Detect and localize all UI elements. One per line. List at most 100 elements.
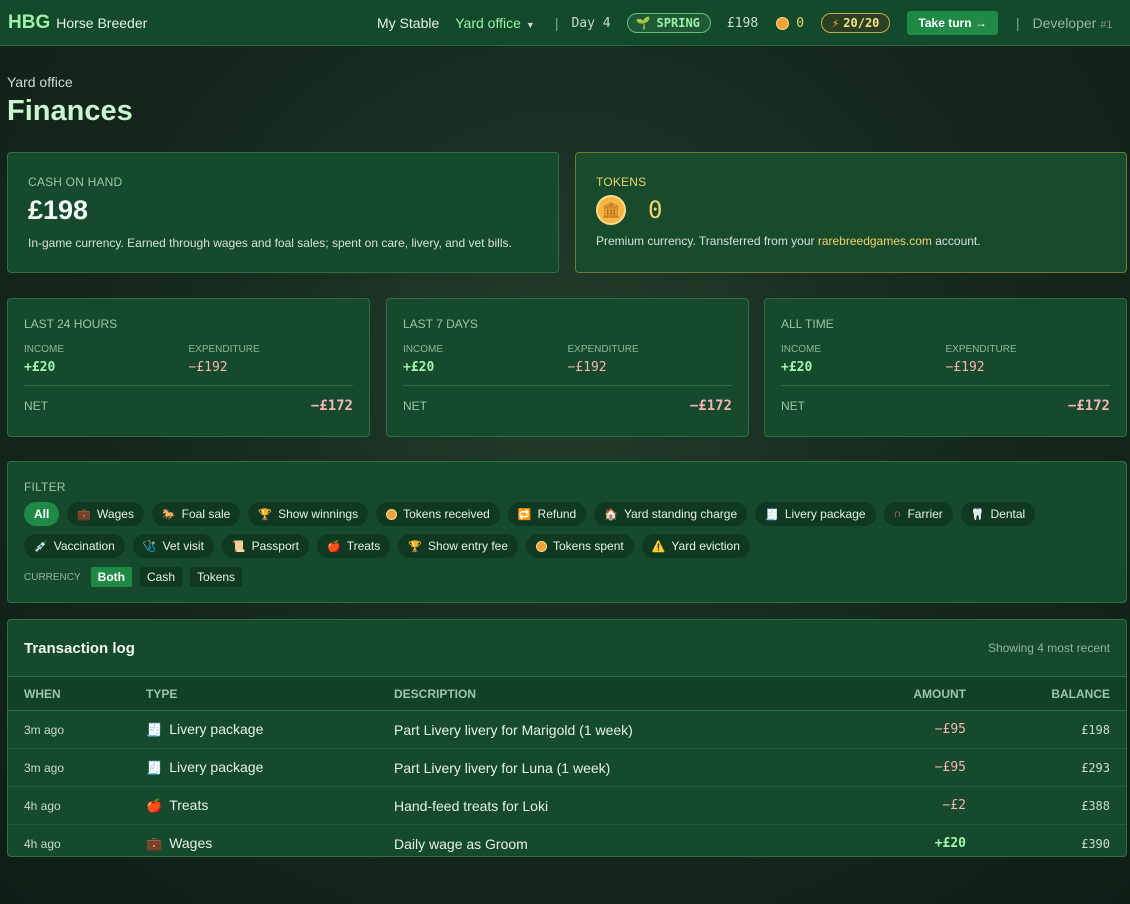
filter-chip-show-entry-fee[interactable]: 🏆 Show entry fee [398,534,518,558]
rarebreedgames-link[interactable]: rarebreedgames.com [818,234,932,248]
filter-chip-farrier[interactable]: ∩ Farrier [883,502,953,526]
income-value: +£20 [403,360,435,375]
log-title: Transaction log [24,639,135,657]
row-description: Part Livery livery for Marigold (1 week) [394,710,794,749]
net-value: −£172 [689,398,732,414]
chip-label: Yard standing charge [623,507,738,521]
row-when: 3m ago [8,748,146,787]
horseshoe-icon: ∩ [893,508,902,520]
receipt-icon: 🧾 [765,508,779,521]
logo[interactable]: HBG Horse Breeder [8,12,147,34]
filter-chip-all[interactable]: All [24,502,60,526]
log-count: Showing 4 most recent [987,641,1110,655]
filter-chip-vet-visit[interactable]: 🩺 Vet visit [132,534,214,558]
currency-tokens-button[interactable]: Tokens [190,567,243,587]
chip-label: Livery package [784,507,866,521]
row-description: Daily wage as Groom [394,835,528,852]
user-menu[interactable]: Developer #1 [1033,15,1113,31]
row-amount: −£95 [794,710,966,749]
filter-chip-vaccination[interactable]: 💉 Vaccination [24,534,125,558]
filter-chip-tokens-received[interactable]: Tokens received [376,502,500,526]
stethoscope-icon: 🩺 [142,540,157,553]
chip-label: Show winnings [278,507,359,521]
day-counter: Day 4 [571,15,611,31]
sprout-icon: 🌱 [635,16,651,30]
scroll-icon: 📜 [231,540,246,553]
tokens-desc-text-end: account. [931,234,981,248]
row-when: 4h ago [8,786,146,825]
stat-heading: ALL TIME [781,317,834,331]
token-coin-icon [776,16,790,30]
cash-card: CASH ON HAND £198 In-game currency. Earn… [7,152,559,273]
chip-label: Yard eviction [671,539,740,553]
logo-name: Horse Breeder [56,14,148,31]
tokens-card: TOKENS 🏛 0 Premium currency. Transferred… [575,152,1127,273]
chip-label: Dental [990,507,1026,521]
nav-yard-office-label: Yard office [455,15,521,31]
column-header-description: DESCRIPTION [394,677,794,711]
filter-chip-passport[interactable]: 📜 Passport [221,534,309,558]
filter-chip-dental[interactable]: 🦷 Dental [960,502,1036,526]
filter-chip-treats[interactable]: 🍎 Treats [316,534,391,558]
expenditure-value: −£192 [567,360,607,375]
filter-chip-yard-eviction[interactable]: ⚠️ Yard eviction [641,534,750,558]
row-balance: £198 [966,710,1126,749]
row-amount: −£2 [794,786,966,825]
currency-cash-button[interactable]: Cash [140,567,183,587]
stat-card-24h: LAST 24 HOURS INCOME +£20 EXPENDITURE −£19… [7,298,370,437]
income-label: INCOME [403,344,443,355]
chip-label: All [34,507,50,521]
income-value: +£20 [24,360,56,375]
divider [403,385,732,386]
filter-chip-yard-standing-charge[interactable]: 🏠 Yard standing charge [594,502,748,526]
row-when: 4h ago [24,836,61,851]
row-description: Part Livery livery for Luna (1 week) [394,748,794,787]
expenditure-label: EXPENDITURE [188,344,260,355]
filter-chip-show-winnings[interactable]: 🏆 Show winnings [248,502,369,526]
table-header-row: WHEN TYPE DESCRIPTION AMOUNT BALANCE [8,677,1126,711]
syringe-icon: 💉 [34,540,48,553]
chip-label: Tokens spent [553,539,624,553]
filter-chip-tokens-spent[interactable]: Tokens spent [526,534,634,558]
currency-both-button[interactable]: Both [90,567,132,587]
cash-label: CASH ON HAND [28,175,123,189]
chip-label: Wages [97,507,134,521]
chip-label: Vet visit [162,539,204,553]
row-amount: −£95 [794,748,966,787]
column-header-when: WHEN [8,677,146,711]
row-type: 🍎 Treats [146,786,394,825]
filter-chip-wages[interactable]: 💼 Wages [67,502,144,526]
column-header-amount: AMOUNT [794,677,966,711]
expenditure-label: EXPENDITURE [567,344,639,355]
chip-label: Treats [346,539,381,553]
top-nav: My Stable Yard office ▼ | Day 4 🌱 SPRING £… [377,0,1112,46]
filter-chip-livery-package[interactable]: 🧾 Livery package [755,502,876,526]
expenditure-value: −£192 [945,360,985,375]
tokens-description: Premium currency. Transferred from your … [596,234,1106,248]
filter-chip-refund[interactable]: 🔁 Refund [507,502,587,526]
nav-yard-office[interactable]: Yard office ▼ [455,15,535,31]
table-row: 3m ago 🧾 Livery package Part Livery liver… [8,748,1126,787]
breadcrumb: Yard office [7,74,73,90]
energy-value: 20/20 [843,16,880,30]
nav-my-stable[interactable]: My Stable [377,15,439,31]
row-description: Hand-feed treats for Loki [394,786,794,825]
divider [24,385,353,386]
expenditure-value: −£192 [188,360,228,375]
cash-display: £198 [726,15,759,31]
transaction-table: WHEN TYPE DESCRIPTION AMOUNT BALANCE 3m … [8,677,1126,856]
row-type-label: Livery package [169,721,264,737]
row-balance: £388 [966,786,1126,825]
logo-mark: HBG [8,11,51,33]
token-count: 0 [796,15,805,31]
chip-label: Foal sale [181,507,231,521]
receipt-icon: 🧾 [146,722,163,737]
row-when: 3m ago [8,710,146,749]
take-turn-button[interactable]: Take turn → [907,11,998,35]
income-label: INCOME [781,344,821,355]
season-label: SPRING [656,16,700,30]
column-header-balance: BALANCE [966,677,1126,711]
row-balance: £390 [1081,836,1110,851]
currency-label: CURRENCY [24,571,81,583]
filter-chip-foal-sale[interactable]: 🐎 Foal sale [151,502,241,526]
